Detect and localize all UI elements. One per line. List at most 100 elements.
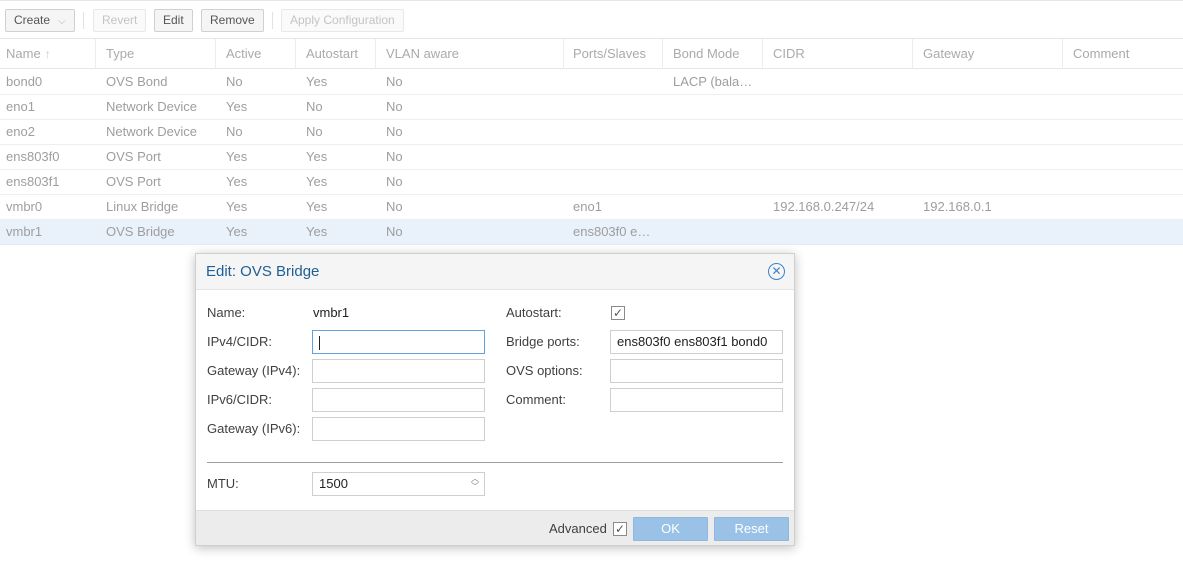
gateway-ipv4-label: Gateway (IPv4): <box>207 363 301 378</box>
cell-ports <box>567 170 663 194</box>
table-row[interactable]: eno2 Network Device No No No <box>0 120 1183 145</box>
cell-autostart: Yes <box>306 174 328 189</box>
cell-cidr: 192.168.0.247/24 <box>773 199 875 214</box>
edit-ovs-bridge-dialog: Edit: OVS Bridge ✕ Name: vmbr1 IPv4/CIDR… <box>195 253 795 546</box>
cell-autostart: No <box>306 124 323 139</box>
column-header-name[interactable]: Name ↑ <box>0 39 96 69</box>
toolbar: Create ⌵ Revert Edit Remove Apply Configu… <box>0 0 1183 39</box>
cell-name: eno1 <box>6 99 35 114</box>
cell-bond-mode <box>667 170 763 194</box>
cell-name: ens803f1 <box>6 174 60 189</box>
cell-active: No <box>226 124 243 139</box>
column-header-label: Name <box>6 46 41 61</box>
ovs-options-label: OVS options: <box>506 363 583 378</box>
cell-autostart: Yes <box>306 149 328 164</box>
cell-vlan-aware: No <box>386 74 403 89</box>
toolbar-separator <box>83 12 84 29</box>
apply-configuration-button[interactable]: Apply Configuration <box>281 9 404 32</box>
cell-cidr <box>767 120 913 144</box>
cell-cidr <box>767 145 913 169</box>
cell-bond-mode <box>667 95 763 119</box>
cell-comment <box>1067 145 1183 169</box>
chevron-down-icon: ⌵ <box>58 16 66 27</box>
dialog-header: Edit: OVS Bridge ✕ <box>196 254 794 290</box>
mtu-value: 1500 <box>319 476 348 491</box>
cell-type: Network Device <box>106 124 198 139</box>
cell-comment <box>1067 195 1183 219</box>
mtu-stepper[interactable]: 1500 ︿ ﹀ <box>312 472 485 496</box>
column-header-autostart[interactable]: Autostart <box>300 39 376 69</box>
cell-cidr <box>767 170 913 194</box>
column-header-ports-slaves[interactable]: Ports/Slaves <box>567 39 663 69</box>
cell-active: Yes <box>226 99 248 114</box>
ipv6-cidr-field[interactable] <box>312 388 485 412</box>
cell-name: vmbr1 <box>6 224 43 239</box>
cell-autostart: Yes <box>306 74 328 89</box>
cell-type: Network Device <box>106 99 198 114</box>
cell-autostart: No <box>306 99 323 114</box>
spinner-arrows-icon[interactable]: ︿ ﹀ <box>470 475 480 493</box>
cell-active: Yes <box>226 199 248 214</box>
bridge-ports-field[interactable]: ens803f0 ens803f1 bond0 <box>610 330 783 354</box>
remove-button[interactable]: Remove <box>201 9 264 32</box>
cell-bond-mode <box>667 145 763 169</box>
column-header-bond-mode[interactable]: Bond Mode <box>667 39 763 69</box>
cell-bond-mode <box>667 220 763 244</box>
table-row-selected[interactable]: vmbr1 OVS Bridge Yes Yes No ens803f0 e… <box>0 220 1183 245</box>
ipv6-cidr-label: IPv6/CIDR: <box>207 392 273 407</box>
column-header-comment[interactable]: Comment <box>1067 39 1183 69</box>
column-header-type[interactable]: Type <box>100 39 216 69</box>
table-row[interactable]: ens803f1 OVS Port Yes Yes No <box>0 170 1183 195</box>
cell-type: OVS Bond <box>106 74 168 89</box>
column-header-active[interactable]: Active <box>220 39 296 69</box>
cell-autostart: Yes <box>306 199 328 214</box>
cell-active: Yes <box>226 174 248 189</box>
ipv4-cidr-field[interactable] <box>312 330 485 354</box>
toolbar-separator <box>272 12 273 29</box>
cell-name: eno2 <box>6 124 35 139</box>
name-label: Name: <box>207 305 246 320</box>
bridge-ports-label: Bridge ports: <box>506 334 580 349</box>
comment-field[interactable] <box>610 388 783 412</box>
cell-comment <box>1067 95 1183 119</box>
cell-vlan-aware: No <box>386 99 403 114</box>
cell-vlan-aware: No <box>386 174 403 189</box>
autostart-checkbox[interactable]: ✓ <box>611 306 625 320</box>
column-header-vlan-aware[interactable]: VLAN aware <box>380 39 564 69</box>
cell-cidr <box>767 95 913 119</box>
cell-vlan-aware: No <box>386 224 403 239</box>
cell-gateway: 192.168.0.1 <box>923 199 992 214</box>
cell-cidr <box>767 220 913 244</box>
advanced-label: Advanced <box>549 521 607 536</box>
cell-type: OVS Bridge <box>106 224 175 239</box>
revert-button[interactable]: Revert <box>93 9 147 32</box>
cell-comment <box>1067 220 1183 244</box>
reset-button[interactable]: Reset <box>714 517 789 541</box>
name-value: vmbr1 <box>313 305 350 320</box>
cell-ports <box>567 95 663 119</box>
table-row[interactable]: ens803f0 OVS Port Yes Yes No <box>0 145 1183 170</box>
create-button[interactable]: Create ⌵ <box>5 9 75 32</box>
gateway-ipv4-field[interactable] <box>312 359 485 383</box>
edit-button[interactable]: Edit <box>154 9 193 32</box>
column-header-gateway[interactable]: Gateway <box>917 39 1063 69</box>
table-row[interactable]: bond0 OVS Bond No Yes No LACP (bala… <box>0 70 1183 95</box>
cell-gateway <box>917 95 1063 119</box>
cell-cidr <box>767 70 913 94</box>
cell-name: bond0 <box>6 74 43 89</box>
cell-bond-mode: LACP (bala… <box>673 74 753 89</box>
check-icon: ✓ <box>614 522 626 536</box>
cell-ports <box>567 120 663 144</box>
table-row[interactable]: vmbr0 Linux Bridge Yes Yes No eno1 192.1… <box>0 195 1183 220</box>
gateway-ipv6-field[interactable] <box>312 417 485 441</box>
table-row[interactable]: eno1 Network Device Yes No No <box>0 95 1183 120</box>
cell-vlan-aware: No <box>386 124 403 139</box>
advanced-checkbox[interactable]: ✓ <box>613 522 627 536</box>
ipv4-cidr-label: IPv4/CIDR: <box>207 334 273 349</box>
column-header-cidr[interactable]: CIDR <box>767 39 913 69</box>
ok-button[interactable]: OK <box>633 517 708 541</box>
grid-header: Name ↑ Type Active Autostart VLAN aware P… <box>0 39 1183 69</box>
close-icon[interactable]: ✕ <box>768 263 785 280</box>
ovs-options-field[interactable] <box>610 359 783 383</box>
cell-active: Yes <box>226 149 248 164</box>
